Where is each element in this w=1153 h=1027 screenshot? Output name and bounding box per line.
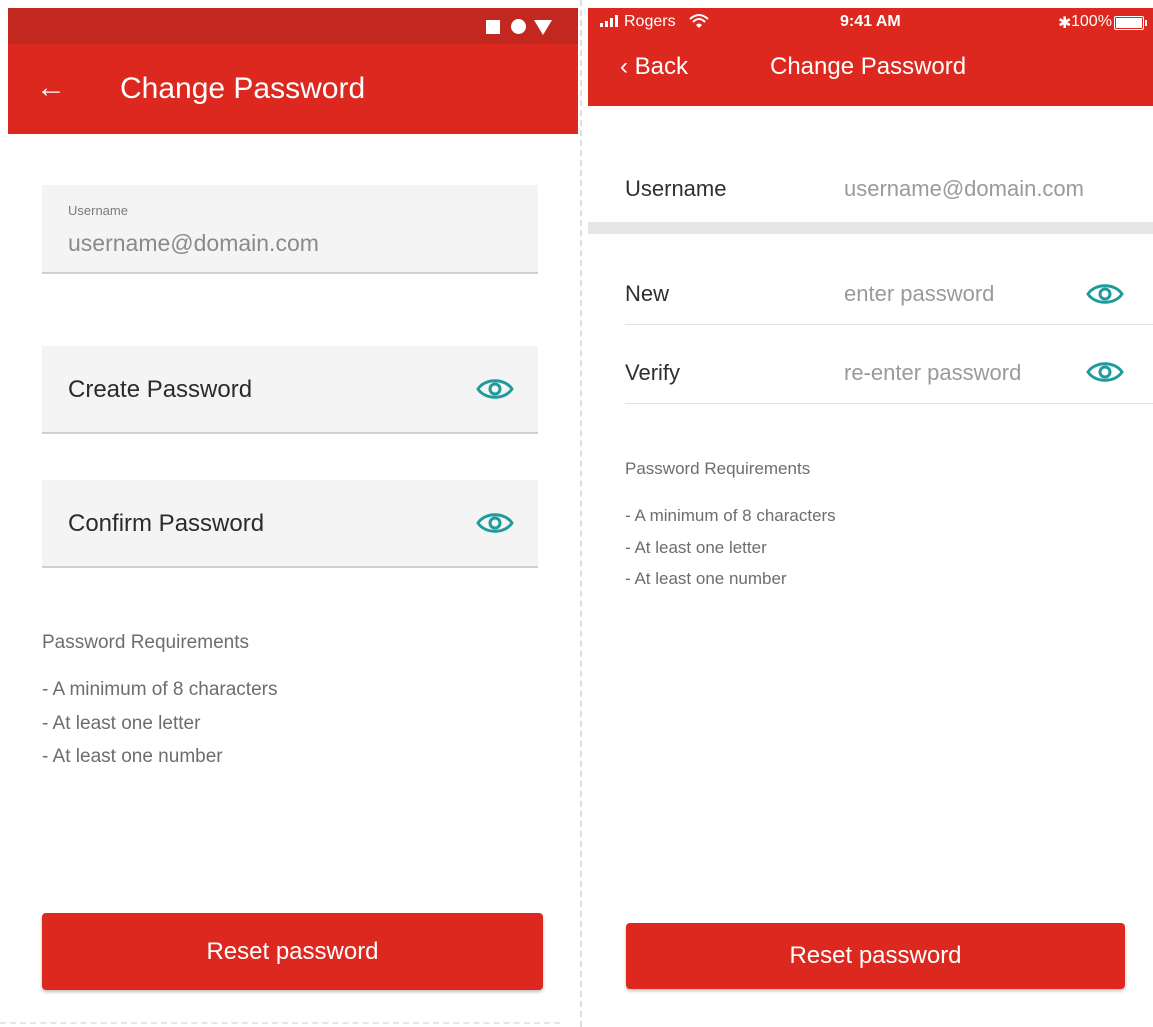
android-status-bar	[8, 8, 578, 44]
ios-status-bar: Rogers 9:41 AM ✱ 100%	[588, 8, 1153, 36]
reset-password-button[interactable]: Reset password	[42, 913, 543, 990]
bluetooth-icon: ✱	[1058, 15, 1072, 32]
requirement-item: - At least one letter	[625, 538, 767, 557]
screen-divider	[580, 0, 582, 1027]
verify-password-input[interactable]: re-enter password	[844, 360, 1021, 386]
eye-icon[interactable]	[476, 375, 514, 403]
triangle-down-icon	[534, 20, 552, 35]
ios-header: Rogers 9:41 AM ✱ 100% ‹ Back Change Pass…	[588, 8, 1153, 106]
reset-password-button[interactable]: Reset password	[626, 923, 1125, 989]
battery-percentage: 100%	[1071, 13, 1112, 30]
requirement-item: - At least one letter	[42, 713, 201, 734]
new-password-label: New	[625, 281, 670, 306]
status-time: 9:41 AM	[840, 13, 901, 30]
page-title: Change Password	[120, 72, 366, 105]
back-button[interactable]: ‹ Back	[620, 53, 688, 81]
back-arrow-icon[interactable]: ←	[36, 70, 66, 106]
requirement-item: - A minimum of 8 characters	[625, 506, 836, 525]
android-app-bar: ← Change Password	[8, 44, 578, 134]
row-divider	[625, 403, 1153, 404]
requirements-title: Password Requirements	[625, 459, 811, 478]
battery-icon	[1114, 16, 1147, 30]
android-screen: ← Change Password Username username@doma…	[0, 0, 580, 1027]
create-password-label: Create Password	[68, 376, 253, 403]
bottom-divider	[0, 1022, 560, 1024]
eye-icon[interactable]	[476, 509, 514, 537]
eye-icon[interactable]	[1086, 358, 1124, 386]
signal-icon	[600, 15, 622, 27]
create-password-field[interactable]: Create Password	[42, 346, 538, 434]
wifi-icon	[689, 14, 709, 28]
carrier-name: Rogers	[624, 13, 676, 30]
confirm-password-label: Confirm Password	[68, 510, 265, 537]
username-label: Username	[68, 203, 128, 218]
circle-icon	[511, 19, 526, 34]
eye-icon[interactable]	[1086, 280, 1124, 308]
username-value: username@domain.com	[844, 176, 1084, 201]
requirements-title: Password Requirements	[42, 632, 249, 653]
ios-screen: Rogers 9:41 AM ✱ 100% ‹ Back Change Pass…	[588, 0, 1153, 1027]
username-label: Username	[625, 176, 727, 201]
username-value: username@domain.com	[68, 230, 319, 256]
requirement-item: - At least one number	[625, 569, 787, 588]
confirm-password-field[interactable]: Confirm Password	[42, 480, 538, 568]
row-divider	[625, 324, 1153, 325]
square-icon	[486, 20, 500, 34]
section-separator	[588, 222, 1153, 234]
requirement-item: - A minimum of 8 characters	[42, 679, 278, 700]
page-title: Change Password	[770, 53, 967, 80]
username-field[interactable]: Username username@domain.com	[42, 185, 538, 274]
requirement-item: - At least one number	[42, 746, 223, 767]
verify-password-label: Verify	[625, 360, 681, 385]
new-password-input[interactable]: enter password	[844, 281, 994, 307]
